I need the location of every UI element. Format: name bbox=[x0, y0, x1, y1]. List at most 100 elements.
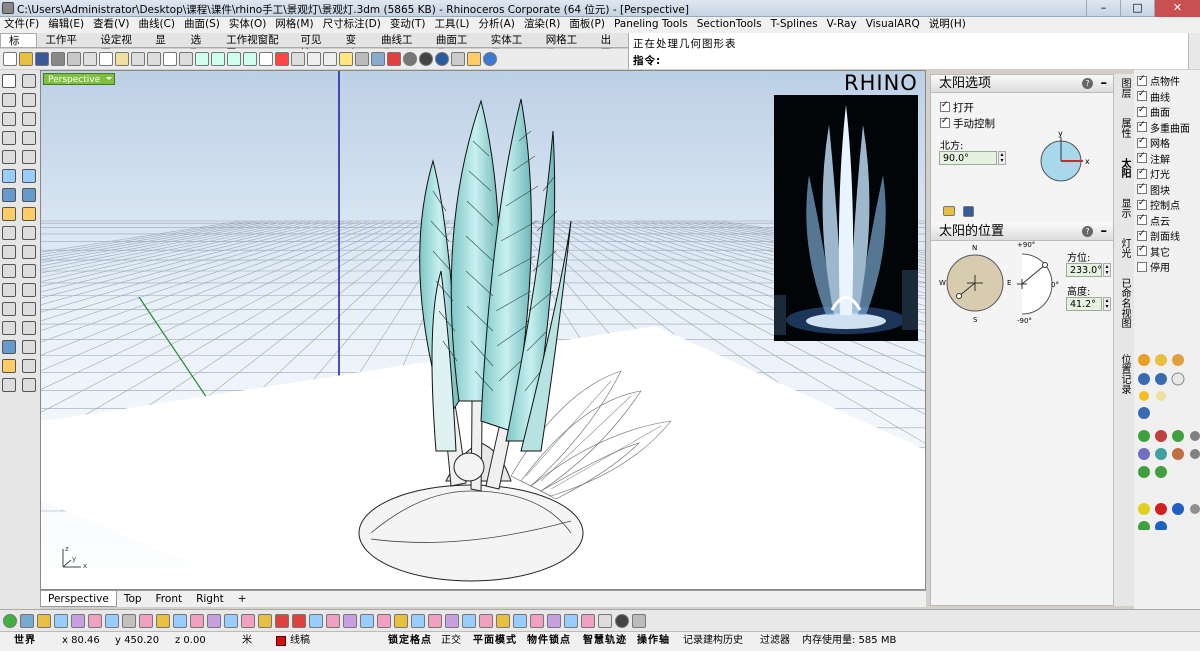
layer-toggle[interactable]: 点云 bbox=[1134, 213, 1200, 229]
polyline-icon[interactable] bbox=[2, 93, 16, 107]
north-spinner[interactable]: ▴ ▾ bbox=[998, 151, 1006, 165]
tab-display[interactable]: 显示 bbox=[147, 33, 182, 60]
save-icon[interactable] bbox=[35, 52, 49, 66]
menu-mesh[interactable]: 网格(M) bbox=[275, 17, 313, 33]
copy-object-icon[interactable] bbox=[22, 283, 36, 297]
menu-surface[interactable]: 曲面(S) bbox=[184, 17, 220, 33]
menu-t-splines[interactable]: T-Splines bbox=[771, 17, 818, 33]
zoom-window-icon[interactable] bbox=[211, 52, 225, 66]
analyze-icon[interactable] bbox=[2, 359, 16, 373]
copy-icon[interactable] bbox=[99, 52, 113, 66]
sweep-icon[interactable] bbox=[71, 613, 85, 628]
explode-icon[interactable] bbox=[22, 264, 36, 278]
sphere-icon[interactable] bbox=[22, 188, 36, 202]
layer-toggle[interactable]: 其它 bbox=[1134, 244, 1200, 260]
bend-icon[interactable] bbox=[411, 613, 425, 628]
record-history-toggle[interactable]: 记录建构历史 bbox=[683, 632, 743, 650]
menu-vray[interactable]: V-Ray bbox=[827, 17, 857, 33]
paste-icon[interactable] bbox=[115, 52, 129, 66]
render-sphere-icon[interactable] bbox=[403, 52, 417, 66]
rectangle-icon[interactable] bbox=[2, 131, 16, 145]
layer-color-swatch[interactable] bbox=[276, 636, 286, 646]
menu-render[interactable]: 渲染(R) bbox=[524, 17, 561, 33]
layer-toggle[interactable]: 停用 bbox=[1134, 259, 1200, 275]
mesh-icon[interactable] bbox=[22, 207, 36, 221]
box-icon[interactable] bbox=[2, 188, 16, 202]
ortho-toggle[interactable]: 正交 bbox=[441, 632, 461, 650]
altitude-spinner[interactable]: ▴ ▾ bbox=[1103, 297, 1111, 311]
grid-snap-icon[interactable] bbox=[22, 340, 36, 354]
smash-icon[interactable] bbox=[445, 613, 459, 628]
smart-track-toggle[interactable]: 智慧轨迹 bbox=[583, 632, 627, 650]
close-button[interactable]: ✕ bbox=[1154, 0, 1200, 17]
pan-icon[interactable] bbox=[163, 52, 177, 66]
layer-toggle[interactable]: 点物件 bbox=[1134, 73, 1200, 89]
cap-icon[interactable] bbox=[309, 613, 323, 628]
tab-visibility[interactable]: 可见性 bbox=[292, 33, 337, 60]
point-icon[interactable] bbox=[22, 74, 36, 88]
tab-cplanes[interactable]: 工作平面 bbox=[37, 33, 92, 60]
manual-control-checkbox[interactable]: 手动控制 bbox=[931, 115, 1113, 131]
menu-analyze[interactable]: 分析(A) bbox=[479, 17, 515, 33]
properties-icon[interactable] bbox=[371, 52, 385, 66]
redo-icon[interactable] bbox=[147, 52, 161, 66]
layer-toggle[interactable]: 图块 bbox=[1134, 182, 1200, 198]
lightbulb-icon[interactable] bbox=[339, 52, 353, 66]
show-icon[interactable] bbox=[323, 52, 337, 66]
tab-sun[interactable]: 太阳 bbox=[1117, 158, 1132, 178]
layer-toggle[interactable]: 剖面线 bbox=[1134, 228, 1200, 244]
print-icon[interactable] bbox=[51, 52, 65, 66]
orient-icon[interactable] bbox=[496, 613, 510, 628]
add-viewport-tab[interactable]: + bbox=[231, 591, 254, 607]
fillet-curve-icon[interactable] bbox=[22, 150, 36, 164]
collapse-icon[interactable]: – bbox=[1101, 75, 1108, 92]
tab-print[interactable]: 出图 bbox=[593, 33, 628, 60]
curve-icon[interactable] bbox=[22, 93, 36, 107]
boolean-union-icon[interactable] bbox=[275, 613, 289, 628]
layer-toggle[interactable]: 控制点 bbox=[1134, 197, 1200, 213]
tab-standard[interactable]: 标准 bbox=[0, 33, 38, 61]
tab-lights[interactable]: 灯光 bbox=[1117, 238, 1132, 258]
options-icon[interactable] bbox=[451, 52, 465, 66]
help-icon[interactable]: ? bbox=[1082, 78, 1093, 89]
minimize-button[interactable]: – bbox=[1086, 0, 1120, 17]
cage-edit-icon[interactable] bbox=[360, 613, 374, 628]
network-surface-icon[interactable] bbox=[105, 613, 119, 628]
altitude-input[interactable]: 41.2° bbox=[1066, 297, 1102, 311]
environment-icon[interactable] bbox=[435, 52, 449, 66]
zoom-selected-icon[interactable] bbox=[243, 52, 257, 66]
tab-top[interactable]: Top bbox=[117, 591, 149, 607]
grid-snap-toggle[interactable]: 锁定格点 bbox=[388, 632, 432, 650]
layer-toggle[interactable]: 网格 bbox=[1134, 135, 1200, 151]
arc-icon[interactable] bbox=[22, 112, 36, 126]
perspective-viewport[interactable]: Perspective RHINO z y x bbox=[40, 70, 926, 590]
surface-from-curves-icon[interactable] bbox=[37, 613, 51, 628]
twist-icon[interactable] bbox=[394, 613, 408, 628]
boolean-icon[interactable] bbox=[2, 207, 16, 221]
layer-toggle[interactable]: 注解 bbox=[1134, 151, 1200, 167]
cut-icon[interactable] bbox=[83, 52, 97, 66]
extend-surface-icon[interactable] bbox=[190, 613, 204, 628]
menu-paneling-tools[interactable]: Paneling Tools bbox=[614, 17, 688, 33]
layer-toggle[interactable]: 曲线 bbox=[1134, 89, 1200, 105]
layer-toggle[interactable]: 曲面 bbox=[1134, 104, 1200, 120]
ellipse-icon[interactable] bbox=[2, 150, 16, 164]
tab-named-views[interactable]: 已命名视图 bbox=[1117, 278, 1132, 328]
text-icon[interactable] bbox=[22, 226, 36, 240]
save-icon[interactable] bbox=[963, 205, 974, 217]
scale-icon[interactable] bbox=[22, 302, 36, 316]
close-tools-icon[interactable] bbox=[598, 613, 612, 628]
maximize-button[interactable]: □ bbox=[1120, 0, 1154, 17]
render-icon[interactable] bbox=[615, 613, 629, 628]
section-icon[interactable] bbox=[343, 613, 357, 628]
material-sphere-icon[interactable] bbox=[419, 52, 433, 66]
solid-tools-icon[interactable] bbox=[2, 340, 16, 354]
tab-viewport-layout[interactable]: 工作视窗配置 bbox=[218, 33, 292, 60]
grid-icon[interactable] bbox=[564, 613, 578, 628]
command-prompt[interactable]: 指令: bbox=[633, 53, 661, 68]
fillet-surface-icon[interactable] bbox=[173, 613, 187, 628]
array-curve-icon[interactable] bbox=[513, 613, 527, 628]
dimension-icon[interactable] bbox=[2, 226, 16, 240]
circle-icon[interactable] bbox=[2, 112, 16, 126]
collapse-icon[interactable]: – bbox=[1101, 223, 1108, 240]
